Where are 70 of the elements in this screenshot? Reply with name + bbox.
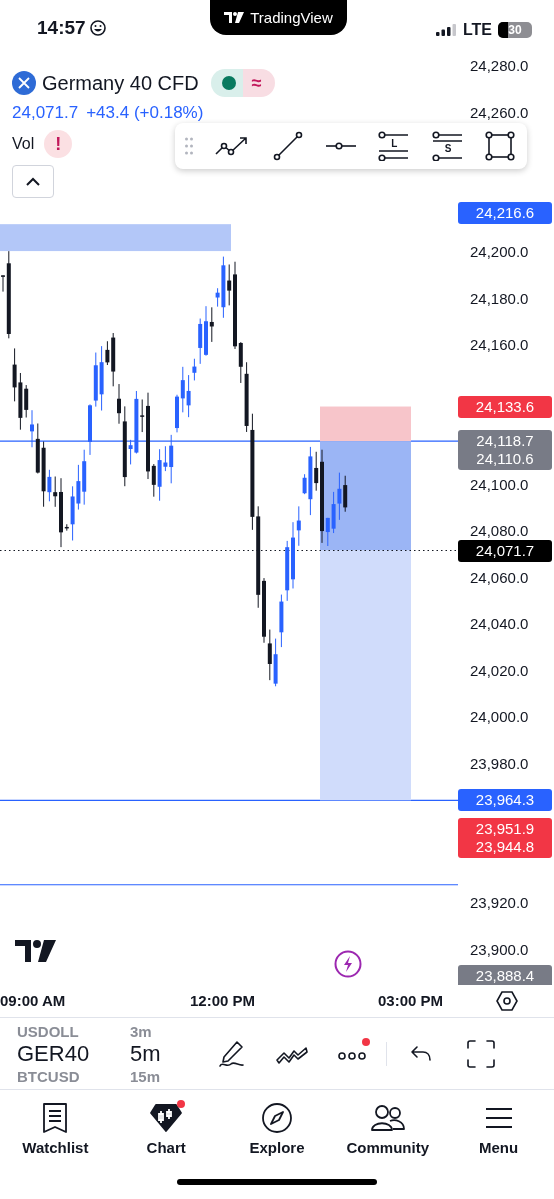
time-tick-label: 09:00 AM xyxy=(0,992,66,1009)
pencil-icon[interactable] xyxy=(217,1038,247,1069)
symbol-ticker: BTCUSD xyxy=(17,1067,81,1085)
logo-icon xyxy=(224,12,245,23)
symbol-picker-row[interactable]: GER40 5m xyxy=(17,1039,200,1068)
interval-label: 3m xyxy=(130,1022,152,1040)
price-tick-label: 24,280.0 xyxy=(470,56,529,76)
tab-label: Explore xyxy=(249,1140,305,1155)
tab[interactable]: Menu xyxy=(443,1102,554,1165)
smiley-icon xyxy=(89,19,106,36)
price-tick-label: 23,980.0 xyxy=(470,753,529,774)
time-tick-label: 03:00 PM xyxy=(378,992,444,1009)
price-tick-label: 24,000.0 xyxy=(470,707,529,728)
network-label: LTE xyxy=(462,22,492,38)
battery-indicator: 30 xyxy=(498,22,532,38)
volume-alert-badge[interactable]: ! xyxy=(44,130,73,158)
rectangle-tool-icon[interactable] xyxy=(484,131,515,161)
symbol-name: Germany 40 CFD xyxy=(42,73,199,93)
price-badge-value: 24,216.6 xyxy=(475,204,535,223)
price-badge-value: 23,951.9 xyxy=(475,820,535,839)
status-time: 14:57 xyxy=(37,18,86,37)
island-title: TradingView xyxy=(250,10,333,25)
interval-label: 5m xyxy=(130,1039,161,1068)
price-badge-value: 24,071.7 xyxy=(475,541,535,560)
tab-label: Menu xyxy=(479,1140,519,1155)
price-tick-label: 23,920.0 xyxy=(470,893,529,914)
price-tick-label: 24,100.0 xyxy=(470,474,529,495)
tab[interactable]: Explore xyxy=(221,1102,333,1165)
price-tick-label: 24,080.0 xyxy=(470,521,529,542)
watermark-logo-icon xyxy=(15,940,56,962)
settings-icon[interactable] xyxy=(495,990,519,1012)
tab-label: Chart xyxy=(146,1140,186,1155)
price-tick-label: 24,060.0 xyxy=(470,567,529,588)
price-tick-label: 24,200.0 xyxy=(470,242,529,263)
tab[interactable]: Community xyxy=(332,1102,444,1165)
price-badge-value: 23,964.3 xyxy=(475,791,535,810)
price-badge-value: 24,110.6 xyxy=(476,450,534,469)
horizontal-line-icon[interactable] xyxy=(325,140,357,152)
time-tick-label: 12:00 PM xyxy=(190,992,256,1009)
tab[interactable]: Watchlist xyxy=(0,1102,111,1165)
last-price: 24,071.7 xyxy=(12,104,79,121)
price-badge-value: 24,118.7 xyxy=(476,432,534,451)
fullscreen-icon[interactable] xyxy=(466,1038,496,1069)
price-badge-value: 23,944.8 xyxy=(475,838,535,857)
price-tick-label: 24,040.0 xyxy=(470,614,529,635)
undo-icon[interactable] xyxy=(410,1044,432,1063)
position-tool[interactable] xyxy=(320,406,411,801)
symbol-ticker: USDOLL xyxy=(17,1022,80,1040)
price-badge-value: 24,133.6 xyxy=(475,397,535,416)
signal-icon xyxy=(435,24,457,36)
lightning-icon[interactable] xyxy=(334,950,362,978)
tab[interactable]: Chart xyxy=(110,1102,222,1165)
delay-mark: ≈ xyxy=(251,74,262,92)
chevron-up-icon xyxy=(25,176,41,187)
trend-line-icon[interactable] xyxy=(271,130,304,162)
drag-handle-icon[interactable] xyxy=(185,137,193,155)
tab-label: Community xyxy=(346,1140,430,1155)
tab-label: Watchlist xyxy=(22,1140,89,1155)
price-tick-label: 24,020.0 xyxy=(470,660,529,681)
symbol-logo-icon xyxy=(12,71,36,95)
price-change: +43.4 (+0.18%) xyxy=(86,104,204,121)
symbol-ticker: GER40 xyxy=(17,1039,91,1068)
volume-label: Vol xyxy=(12,134,35,154)
price-badge-value: 23,888.4 xyxy=(475,967,535,985)
price-tick-label: 24,180.0 xyxy=(470,288,529,309)
collapse-button[interactable] xyxy=(12,165,54,198)
price-tick-label: 24,160.0 xyxy=(470,335,529,356)
price-tick-label: 24,260.0 xyxy=(470,102,529,123)
interval-label: 15m xyxy=(130,1067,161,1085)
price-tick-label: 23,900.0 xyxy=(470,939,529,960)
